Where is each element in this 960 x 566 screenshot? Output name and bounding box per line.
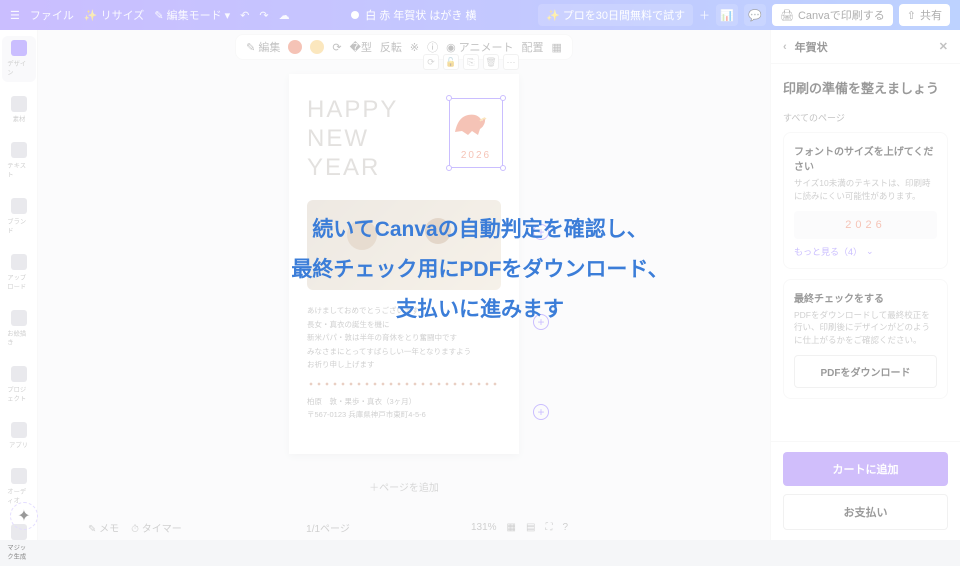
final-card-title: 最終チェックをする xyxy=(794,290,937,305)
comment-icon[interactable]: 💬 xyxy=(744,4,766,26)
sidebar-tab-apps[interactable]: アプリ xyxy=(2,418,36,454)
greeting-text[interactable]: あけましておめでとうございます 長女・真衣の誕生を機に 新米パパ・敦は半年の育休… xyxy=(307,304,501,372)
zoom-level[interactable]: 131% xyxy=(471,522,497,533)
tb-position[interactable]: 配置 xyxy=(521,39,543,55)
left-sidebar: デザイン 素材 テキスト ブランド アップロード お絵描き プロジェクト アプリ… xyxy=(0,30,38,540)
redo-icon[interactable]: ↷ xyxy=(259,9,268,22)
side-add-right3[interactable]: + xyxy=(533,404,549,420)
menu-edit-mode[interactable]: ✎ 編集モード ▾ xyxy=(154,7,230,23)
timer-button[interactable]: ⏱ タイマー xyxy=(131,520,182,535)
try-pro-button[interactable]: ✨ プロを30日間無料で試す xyxy=(538,4,693,26)
pay-button[interactable]: お支払い xyxy=(783,494,948,530)
page-indicator[interactable]: 1/1ページ xyxy=(306,520,350,535)
help-icon[interactable]: ? xyxy=(562,522,568,533)
tb-edit[interactable]: ✎ 編集 xyxy=(246,39,280,55)
color-swatch-2[interactable] xyxy=(310,40,324,54)
tb-flip[interactable]: 反転 xyxy=(380,39,402,55)
fullscreen-icon[interactable]: ⛶ xyxy=(545,522,552,533)
pdf-download-button[interactable]: PDFをダウンロード xyxy=(794,355,937,388)
hamburger-icon[interactable]: ☰ xyxy=(10,9,20,22)
pc-lock-icon[interactable]: 🔓 xyxy=(443,54,459,70)
sidebar-tab-text[interactable]: テキスト xyxy=(2,138,36,184)
page-controls: ⟳ 🔓 ⎘ 🗑 ⋯ xyxy=(423,54,519,70)
final-check-card: 最終チェックをする PDFをダウンロードして最終校正を行い、印刷後にデザインがど… xyxy=(783,279,948,399)
panel-title: 年賀状 xyxy=(795,39,828,55)
tb-crop-icon[interactable]: �型 xyxy=(350,39,372,55)
pc-trash-icon[interactable]: 🗑 xyxy=(483,54,499,70)
grid-view-icon[interactable]: ▦ xyxy=(507,522,516,533)
horse-icon xyxy=(450,107,490,137)
photo-placeholder[interactable] xyxy=(307,200,501,290)
pc-sync-icon[interactable]: ⟳ xyxy=(423,54,439,70)
dot-divider xyxy=(307,382,501,386)
assistant-fab[interactable]: ✦ xyxy=(10,502,38,530)
share-button[interactable]: ⇧ 共有 xyxy=(899,4,950,26)
year-preview[interactable]: 2026 xyxy=(794,211,937,239)
chevron-down-icon: ⌄ xyxy=(866,246,874,257)
design-page[interactable]: ⟳ 🔓 ⎘ 🗑 ⋯ HAPPY NEW YEAR 2026 xyxy=(289,74,519,454)
footer-bar: ✎ メモ ⏱ タイマー 1/1ページ 131% ▦ ▤ ⛶ ? xyxy=(76,514,580,540)
pc-copy-icon[interactable]: ⎘ xyxy=(463,54,479,70)
autosave-dot xyxy=(351,11,359,19)
menu-file[interactable]: ファイル xyxy=(30,7,74,23)
back-icon[interactable]: ‹ xyxy=(783,41,787,53)
menu-resize[interactable]: ✨ リサイズ xyxy=(84,7,144,23)
sidebar-tab-upload[interactable]: アップロード xyxy=(2,250,36,296)
all-pages-label: すべてのページ xyxy=(783,111,948,124)
font-size-card: フォントのサイズを上げてください サイズ10未満のテキストは、印刷時に読みにくい… xyxy=(783,132,948,269)
side-add-right[interactable]: + xyxy=(533,224,549,240)
notes-button[interactable]: ✎ メモ xyxy=(88,520,119,535)
more-link[interactable]: もっと見る（4） ⌄ xyxy=(794,245,937,258)
font-card-desc: サイズ10未満のテキストは、印刷時に読みにくい可能性があります。 xyxy=(794,177,937,203)
top-bar: ☰ ファイル ✨ リサイズ ✎ 編集モード ▾ ↶ ↷ ☁ 白 赤 年賀状 はが… xyxy=(0,0,960,30)
color-swatch-1[interactable] xyxy=(288,40,302,54)
selected-stamp-element[interactable]: 2026 xyxy=(449,98,503,168)
context-toolbar: ✎ 編集 ⟳ �型 反転 ※ ⓘ ◉ アニメート 配置 ▦ xyxy=(38,30,770,64)
plus-icon[interactable]: ＋ xyxy=(699,7,710,23)
final-card-desc: PDFをダウンロードして最終校正を行い、印刷後にデザインがどのように仕上がるかを… xyxy=(794,309,937,347)
sidebar-tab-brand[interactable]: ブランド xyxy=(2,194,36,240)
close-icon[interactable]: ✕ xyxy=(939,40,948,53)
cloud-icon[interactable]: ☁ xyxy=(279,9,290,22)
page-view-icon[interactable]: ▤ xyxy=(526,522,535,533)
address-text[interactable]: 柏原 敦・果歩・真衣（3ヶ月） 〒567-0123 兵庫県神戸市東町4-5-6 xyxy=(307,396,501,422)
tb-sync-icon[interactable]: ⟳ xyxy=(332,41,341,54)
pc-more-icon[interactable]: ⋯ xyxy=(503,54,519,70)
sidebar-tab-projects[interactable]: プロジェクト xyxy=(2,362,36,408)
tb-animate[interactable]: ◉ アニメート xyxy=(446,39,513,55)
sidebar-tab-elements[interactable]: 素材 xyxy=(2,92,36,128)
font-card-title: フォントのサイズを上げてください xyxy=(794,143,937,173)
tb-transparency-icon[interactable]: ▦ xyxy=(551,41,561,54)
doc-title[interactable]: 白 赤 年賀状 はがき 横 xyxy=(300,7,528,23)
print-panel: ‹ 年賀状 ✕ 印刷の準備を整えましょう すべてのページ フォントのサイズを上げ… xyxy=(770,30,960,540)
stamp-year: 2026 xyxy=(450,150,502,161)
sidebar-tab-design[interactable]: デザイン xyxy=(2,36,36,82)
tb-info-icon[interactable]: ⓘ xyxy=(427,39,438,55)
add-page-button[interactable]: ＋ページを追加 xyxy=(369,479,439,494)
sidebar-tab-draw[interactable]: お絵描き xyxy=(2,306,36,352)
chart-icon[interactable]: 📊 xyxy=(716,4,738,26)
undo-icon[interactable]: ↶ xyxy=(240,9,249,22)
add-to-cart-button[interactable]: カートに追加 xyxy=(783,452,948,486)
panel-heading: 印刷の準備を整えましょう xyxy=(783,78,948,97)
tb-effects-icon[interactable]: ※ xyxy=(410,41,419,54)
side-add-right2[interactable]: + xyxy=(533,314,549,330)
print-button[interactable]: 🖨 Canvaで印刷する xyxy=(772,4,893,26)
